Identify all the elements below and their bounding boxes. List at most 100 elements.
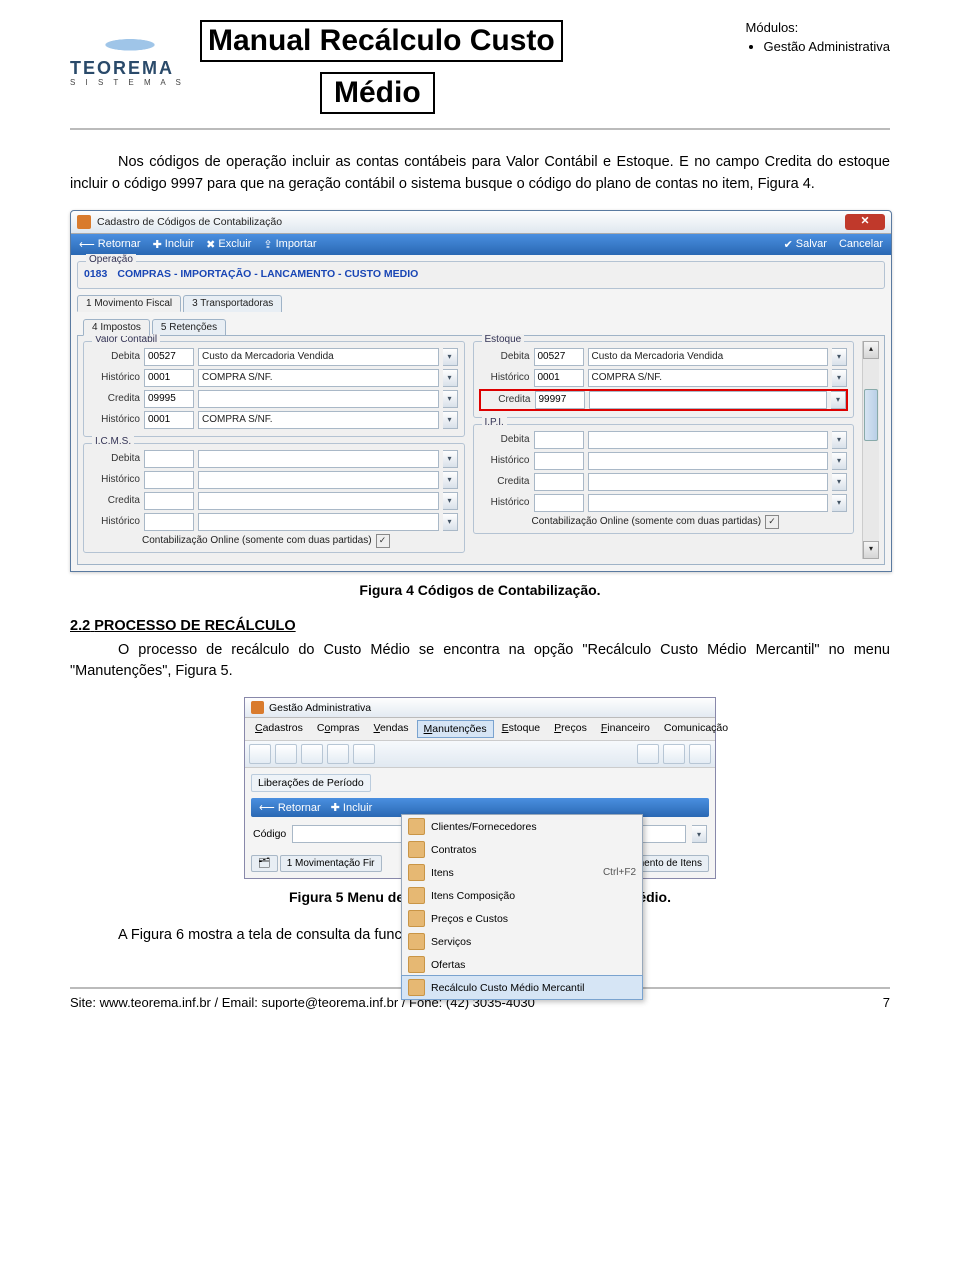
close-icon[interactable]: ✕	[845, 214, 885, 230]
scroll-down-icon[interactable]: ▾	[863, 541, 879, 559]
vc-credita-desc[interactable]	[198, 390, 439, 408]
chevron-down-icon[interactable]: ▾	[832, 431, 847, 449]
icms-hist2-code[interactable]	[144, 513, 194, 531]
menu-item-itens[interactable]: ItensCtrl+F2	[402, 861, 642, 884]
win2-toolbar-icon[interactable]: 🗂	[251, 855, 278, 872]
chevron-down-icon[interactable]: ▾	[832, 452, 847, 470]
chevron-down-icon[interactable]: ▾	[443, 492, 458, 510]
menu-item-clientes[interactable]: Clientes/Fornecedores	[402, 815, 642, 838]
menu-estoque[interactable]: Estoque	[496, 720, 547, 738]
toolbar-button[interactable]	[689, 744, 711, 764]
menu-item-ofertas[interactable]: Ofertas	[402, 953, 642, 976]
chevron-down-icon[interactable]: ▾	[443, 369, 458, 387]
chevron-down-icon[interactable]: ▾	[443, 390, 458, 408]
chevron-down-icon[interactable]: ▾	[832, 494, 847, 512]
vc-hist2-code[interactable]: 0001	[144, 411, 194, 429]
icms-hist2-desc[interactable]	[198, 513, 439, 531]
tab-movimentacao[interactable]: 1 Movimentação Fir	[280, 855, 382, 872]
chevron-down-icon[interactable]: ▾	[832, 369, 847, 387]
menu-precos[interactable]: Preços	[548, 720, 593, 738]
label-historico: Histórico	[90, 414, 140, 425]
est-hist1-desc[interactable]: COMPRA S/NF.	[588, 369, 829, 387]
ipi-hist1-code[interactable]	[534, 452, 584, 470]
est-credita-desc[interactable]	[589, 391, 828, 409]
icms-credita-code[interactable]	[144, 492, 194, 510]
menu-item-recalculo-custo-medio[interactable]: Recálculo Custo Médio Mercantil	[401, 975, 643, 1000]
menu-comunicacao[interactable]: Comunicação	[658, 720, 734, 738]
retornar-button[interactable]: ⟵ Retornar	[259, 801, 321, 814]
chevron-down-icon[interactable]: ▾	[443, 348, 458, 366]
ipi-online-checkbox[interactable]: ✓	[765, 515, 779, 529]
tab-retencoes[interactable]: 5 Retenções	[152, 319, 226, 336]
vc-debita-desc[interactable]: Custo da Mercadoria Vendida	[198, 348, 439, 366]
label-historico: Histórico	[90, 516, 140, 527]
menu-financeiro[interactable]: Financeiro	[595, 720, 656, 738]
est-debita-desc[interactable]: Custo da Mercadoria Vendida	[588, 348, 829, 366]
chevron-down-icon[interactable]: ▾	[692, 825, 707, 843]
label-historico: Histórico	[480, 372, 530, 383]
toolbar-button[interactable]	[327, 744, 349, 764]
ipi-credita-desc[interactable]	[588, 473, 829, 491]
icms-debita-code[interactable]	[144, 450, 194, 468]
chevron-down-icon[interactable]: ▾	[443, 513, 458, 531]
icms-credita-desc[interactable]	[198, 492, 439, 510]
vc-credita-code[interactable]: 09995	[144, 390, 194, 408]
icms-hist1-desc[interactable]	[198, 471, 439, 489]
retornar-button[interactable]: ⟵ Retornar	[79, 238, 141, 251]
logo-text: TEOREMA	[70, 58, 190, 79]
toolbar-button[interactable]	[301, 744, 323, 764]
est-debita-code[interactable]: 00527	[534, 348, 584, 366]
icms-online-checkbox[interactable]: ✓	[376, 534, 390, 548]
toolbar-button[interactable]	[275, 744, 297, 764]
scrollbar-thumb[interactable]	[864, 389, 878, 441]
chevron-down-icon[interactable]: ▾	[443, 471, 458, 489]
tab-transportadoras[interactable]: 3 Transportadoras	[183, 295, 282, 312]
vertical-scrollbar[interactable]: ▴ ▾	[862, 341, 879, 559]
vc-hist2-desc[interactable]: COMPRA S/NF.	[198, 411, 439, 429]
menu-icon	[408, 933, 425, 950]
ipi-debita-code[interactable]	[534, 431, 584, 449]
chevron-down-icon[interactable]: ▾	[832, 348, 847, 366]
toolbar-button[interactable]	[637, 744, 659, 764]
menu-manutencoes[interactable]: Manutenções	[417, 720, 494, 738]
ipi-hist1-desc[interactable]	[588, 452, 829, 470]
est-hist1-code[interactable]: 0001	[534, 369, 584, 387]
section-heading: 2.2 PROCESSO DE RECÁLCULO	[70, 618, 890, 634]
ipi-hist2-desc[interactable]	[588, 494, 829, 512]
menu-item-servicos[interactable]: Serviços	[402, 930, 642, 953]
liberacoes-tab[interactable]: Liberações de Período	[251, 774, 371, 792]
incluir-button[interactable]: ✚ Incluir	[331, 801, 373, 814]
menu-item-contratos[interactable]: Contratos	[402, 838, 642, 861]
tab-impostos[interactable]: 4 Impostos	[83, 319, 150, 336]
menu-item-itens-composicao[interactable]: Itens Composição	[402, 884, 642, 907]
vc-debita-code[interactable]: 00527	[144, 348, 194, 366]
icms-hist1-code[interactable]	[144, 471, 194, 489]
menu-cadastros[interactable]: Cadastros	[249, 720, 309, 738]
chevron-down-icon[interactable]: ▾	[832, 473, 847, 491]
menu-item-precos-custos[interactable]: Preços e Custos	[402, 907, 642, 930]
menu-compras[interactable]: Compras	[311, 720, 366, 738]
ipi-debita-desc[interactable]	[588, 431, 829, 449]
cancelar-button[interactable]: Cancelar	[839, 238, 883, 250]
importar-button[interactable]: ⇪ Importar	[263, 238, 316, 251]
chevron-down-icon[interactable]: ▾	[443, 450, 458, 468]
salvar-button[interactable]: ✔ Salvar	[784, 238, 827, 251]
scroll-up-icon[interactable]: ▴	[863, 341, 879, 359]
menu-vendas[interactable]: Vendas	[368, 720, 415, 738]
vc-hist1-code[interactable]: 0001	[144, 369, 194, 387]
ipi-hist2-code[interactable]	[534, 494, 584, 512]
ipi-credita-code[interactable]	[534, 473, 584, 491]
toolbar-button[interactable]	[353, 744, 375, 764]
operacao-label: Operação	[86, 254, 136, 265]
toolbar-button[interactable]	[663, 744, 685, 764]
chevron-down-icon[interactable]: ▾	[831, 391, 846, 409]
vc-hist1-desc[interactable]: COMPRA S/NF.	[198, 369, 439, 387]
toolbar-button[interactable]	[249, 744, 271, 764]
icms-debita-desc[interactable]	[198, 450, 439, 468]
win2-toolbar	[245, 741, 715, 768]
excluir-button[interactable]: ✖ Excluir	[206, 238, 251, 251]
chevron-down-icon[interactable]: ▾	[443, 411, 458, 429]
tab-movimento-fiscal[interactable]: 1 Movimento Fiscal	[77, 295, 181, 312]
incluir-button[interactable]: ✚ Incluir	[153, 238, 195, 251]
est-credita-code[interactable]: 99997	[535, 391, 585, 409]
